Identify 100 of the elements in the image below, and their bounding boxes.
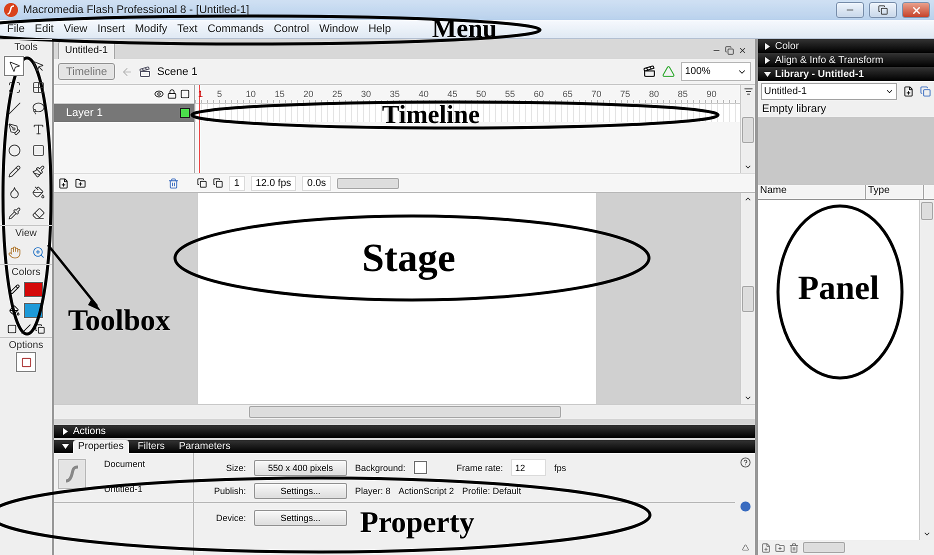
frame-number: 45: [447, 89, 458, 99]
scroll-thumb[interactable]: [248, 406, 560, 418]
menu-item[interactable]: Help: [363, 23, 396, 35]
no-color-icon[interactable]: [21, 324, 31, 334]
onion-skin-icon[interactable]: [197, 178, 207, 188]
scrollbar[interactable]: [919, 200, 934, 540]
scroll-thumb[interactable]: [742, 116, 754, 142]
panel-header[interactable]: Library - Untitled-1: [758, 67, 934, 81]
close-icon[interactable]: [738, 46, 747, 55]
frame-number: 5: [217, 89, 224, 99]
callout-label: Timeline: [382, 102, 480, 128]
lock-icon[interactable]: [167, 89, 177, 99]
help-icon[interactable]: [740, 457, 750, 468]
background-label: Background:: [355, 462, 406, 472]
frame-number: 90: [706, 89, 718, 99]
document-type: Document: [104, 459, 146, 471]
menu-item[interactable]: Text: [172, 23, 202, 35]
add-folder-icon[interactable]: [75, 178, 86, 188]
frame-number: 85: [678, 89, 689, 99]
collapse-icon[interactable]: [742, 544, 748, 551]
restore-button[interactable]: [869, 2, 897, 18]
add-layer-icon[interactable]: [58, 178, 69, 188]
frame-number: 20: [303, 89, 314, 99]
collapse-arrow-icon[interactable]: [62, 443, 69, 450]
player-version: Player: 8: [355, 486, 391, 496]
panel-header[interactable]: Color: [758, 39, 934, 53]
menu-item[interactable]: Edit: [30, 23, 59, 35]
frame-number: 30: [360, 89, 372, 99]
panel-tab[interactable]: Filters: [132, 440, 170, 453]
panel-header[interactable]: Align & Info & Transform: [758, 53, 934, 67]
size-button[interactable]: 550 x 400 pixels: [254, 460, 347, 476]
scrollbar[interactable]: [740, 193, 755, 404]
scrollbar[interactable]: [803, 542, 845, 553]
publish-label: Publish:: [212, 486, 246, 496]
frame-number: 55: [504, 89, 516, 99]
background-swatch[interactable]: [414, 461, 427, 474]
scrollbar[interactable]: [337, 178, 400, 188]
minimize-button[interactable]: [836, 2, 864, 18]
menu-item[interactable]: View: [58, 23, 92, 35]
new-folder-icon[interactable]: [775, 542, 785, 552]
scrollbar[interactable]: [54, 404, 755, 419]
frame-number: 35: [390, 89, 401, 99]
zoom-select[interactable]: 100%: [681, 62, 751, 81]
new-symbol-icon[interactable]: [761, 542, 771, 552]
new-library-icon[interactable]: [920, 86, 931, 96]
accessibility-icon[interactable]: [740, 500, 750, 512]
menu-item[interactable]: Commands: [202, 23, 269, 35]
default-colors-icon[interactable]: [7, 324, 17, 334]
menu-item[interactable]: Modify: [130, 23, 172, 35]
layer-row[interactable]: Layer 1: [54, 104, 194, 122]
frame-number: 10: [246, 89, 257, 99]
flash-file-icon: [58, 459, 86, 489]
library-select[interactable]: Untitled-1: [761, 82, 897, 100]
callout-label: Stage: [362, 238, 456, 278]
menu-item[interactable]: Control: [268, 23, 314, 35]
scrollbar[interactable]: [740, 85, 755, 173]
trash-icon[interactable]: [789, 542, 799, 552]
callout-label: Property: [360, 508, 474, 538]
actions-title: Actions: [73, 426, 106, 437]
column-header[interactable]: Type: [866, 185, 924, 199]
scene-label[interactable]: Scene 1: [157, 66, 198, 78]
expand-arrow-icon[interactable]: [62, 428, 69, 435]
scroll-thumb[interactable]: [921, 202, 933, 220]
outline-icon[interactable]: [180, 89, 190, 99]
frame-rate-display: 12.0 fps: [250, 176, 296, 190]
menu-item[interactable]: Insert: [92, 23, 130, 35]
close-button[interactable]: [902, 2, 930, 18]
timeline-button[interactable]: Timeline: [58, 63, 116, 80]
current-frame: 1: [229, 176, 245, 190]
frame-rate-field[interactable]: 12: [511, 459, 546, 476]
edit-scene-icon[interactable]: [643, 65, 656, 78]
callout-label: Menu: [432, 16, 497, 42]
actions-bar[interactable]: Actions: [54, 425, 755, 438]
panel-tab[interactable]: Properties: [73, 440, 129, 453]
tools-title: Tools: [0, 39, 52, 54]
restore-icon[interactable]: [725, 46, 734, 55]
column-header[interactable]: Name: [758, 185, 866, 199]
color-swatch[interactable]: [24, 282, 43, 297]
eye-icon[interactable]: [154, 89, 164, 99]
collapse-arrow-icon[interactable]: [764, 70, 771, 78]
callout-arrow: [47, 244, 101, 311]
frame-number: 40: [418, 89, 430, 99]
device-settings-button[interactable]: Settings...: [254, 510, 347, 526]
edit-symbol-icon[interactable]: [662, 65, 675, 78]
stage[interactable]: [198, 193, 596, 404]
device-label: Device:: [214, 512, 246, 522]
pin-icon[interactable]: [903, 86, 914, 96]
frame-number: 70: [591, 89, 602, 99]
onion-outline-icon[interactable]: [213, 178, 223, 188]
swap-colors-icon[interactable]: [35, 324, 45, 334]
menu-item[interactable]: File: [2, 23, 30, 35]
frame-number: 50: [476, 89, 488, 99]
trash-icon[interactable]: [168, 178, 179, 188]
menu-icon[interactable]: [744, 87, 752, 96]
scroll-thumb[interactable]: [742, 286, 754, 312]
arrow-tool-icon[interactable]: [4, 56, 24, 76]
menu-item[interactable]: Window: [314, 23, 364, 35]
publish-settings-button[interactable]: Settings...: [254, 482, 347, 498]
frame-number: 15: [274, 89, 286, 99]
panel-tab[interactable]: Parameters: [174, 440, 236, 453]
